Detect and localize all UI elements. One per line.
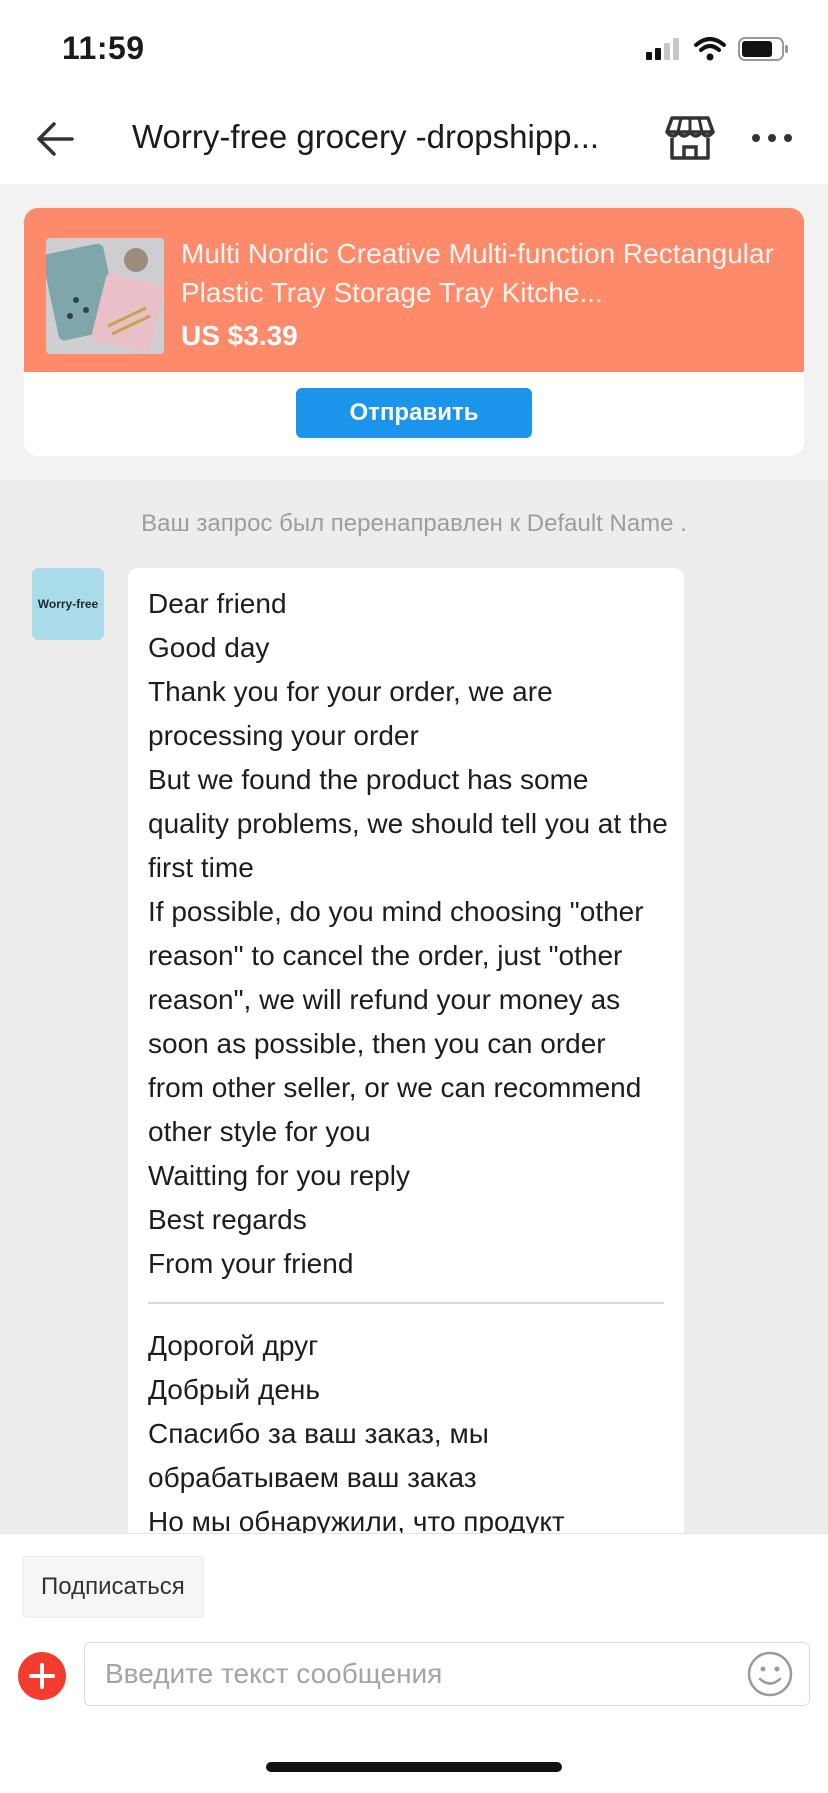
chat-messages[interactable]: Ваш запрос был перенаправлен к Default N… — [0, 480, 828, 1533]
message-line: Thank you for your order, we are process… — [148, 676, 553, 751]
product-title: Multi Nordic Creative Multi-function Rec… — [181, 238, 774, 308]
product-card: Multi Nordic Creative Multi-function Rec… — [24, 208, 804, 456]
message-line: Good day — [148, 632, 270, 663]
more-options-button[interactable] — [746, 112, 798, 164]
message-line: But we found the product has some qualit… — [148, 764, 668, 883]
message-bubble: Dear friend Good day Thank you for your … — [128, 568, 684, 1533]
store-name-title: Worry-free grocery -dropshipp... — [132, 118, 600, 155]
home-indicator — [266, 1762, 562, 1772]
subscribe-button[interactable]: Подписаться — [22, 1556, 204, 1618]
system-message: Ваш запрос был перенаправлен к Default N… — [141, 510, 687, 537]
send-product-button[interactable]: Отправить — [296, 388, 532, 438]
message-line: Добрый день — [148, 1374, 320, 1405]
arrow-left-icon — [37, 122, 74, 156]
status-icons — [646, 36, 790, 62]
message-input[interactable] — [84, 1642, 810, 1706]
avatar[interactable]: Worry-free — [32, 568, 104, 640]
message-line: Но мы обнаружили, что продукт — [148, 1506, 565, 1533]
product-section: Multi Nordic Creative Multi-function Rec… — [0, 184, 828, 480]
status-bar: 11:59 — [0, 0, 828, 92]
message-line: Дорогой друг — [148, 1330, 319, 1361]
emoji-button[interactable] — [746, 1650, 794, 1698]
message-line: Dear friend — [148, 588, 287, 619]
input-panel: Подписаться — [0, 1533, 828, 1793]
message-line: Best regards — [148, 1204, 307, 1235]
status-time: 11:59 — [62, 30, 145, 66]
message-text-en: Dear friend Good day Thank you for your … — [148, 582, 668, 1286]
battery-icon — [738, 37, 788, 61]
message-text-ru: Дорогой друг Добрый день Спасибо за ваш … — [148, 1324, 668, 1533]
translation-divider — [148, 1302, 664, 1304]
message-line: If possible, do you mind choosing "other… — [148, 896, 644, 1147]
chat-header: Worry-free grocery -dropshipp... — [0, 92, 828, 184]
message-line: From your friend — [148, 1248, 354, 1279]
plus-circle-icon[interactable] — [18, 1652, 66, 1700]
product-image — [46, 238, 164, 354]
store-button[interactable] — [664, 112, 716, 164]
more-horizontal-icon — [752, 134, 792, 142]
wifi-icon — [694, 37, 726, 61]
store-icon — [665, 116, 715, 160]
product-link[interactable]: Multi Nordic Creative Multi-function Rec… — [24, 208, 804, 372]
back-button[interactable] — [32, 114, 82, 164]
signal-icon — [646, 38, 679, 60]
product-price: US $3.39 — [181, 320, 298, 351]
message-line: Спасибо за ваш заказ, мы обрабатываем ва… — [148, 1418, 489, 1493]
smiley-icon — [747, 1651, 793, 1697]
message-line: Waitting for you reply — [148, 1160, 410, 1191]
